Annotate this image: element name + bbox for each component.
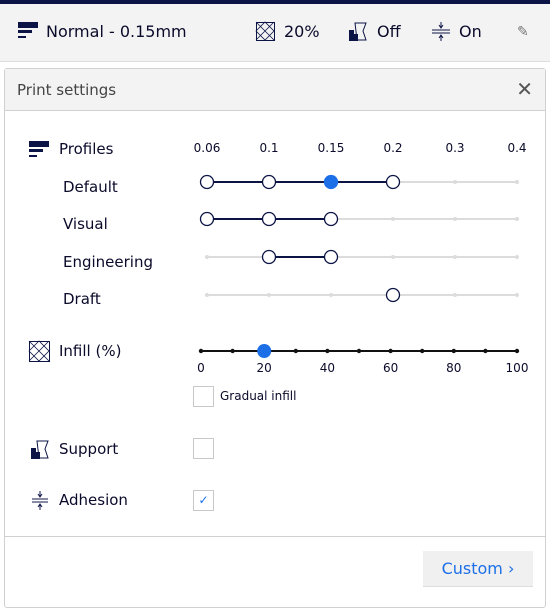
- adhesion-label: Adhesion: [59, 491, 128, 509]
- profile-option[interactable]: [199, 174, 215, 190]
- track-dot: [267, 293, 271, 297]
- track-dot: [515, 255, 519, 259]
- support-checkbox[interactable]: [193, 438, 214, 459]
- infill-tick-label: 0: [197, 361, 205, 375]
- track-dot: [453, 255, 457, 259]
- infill-label: Infill (%): [59, 342, 122, 360]
- divider: [5, 536, 545, 537]
- infill-tick-label: 100: [505, 361, 529, 375]
- profile-icon: [18, 22, 38, 38]
- infill-tick: [420, 348, 425, 354]
- profile-option[interactable]: [323, 211, 339, 227]
- infill-tick-label: 40: [319, 361, 336, 375]
- track-dot: [515, 180, 519, 184]
- gradual-infill-checkbox[interactable]: [193, 386, 214, 407]
- infill-tick-label: 80: [446, 361, 462, 375]
- support-icon: [349, 22, 367, 41]
- print-setup-bar[interactable]: Normal - 0.15mm 20% Off On ✎: [0, 0, 550, 62]
- track-dot: [329, 293, 333, 297]
- track-dot: [515, 293, 519, 297]
- infill-icon: [255, 21, 275, 41]
- track-dot: [391, 217, 395, 221]
- profile-option[interactable]: [199, 211, 215, 227]
- profile-option[interactable]: [323, 249, 339, 265]
- support-label: Support: [59, 440, 119, 458]
- track-dot: [515, 217, 519, 221]
- track-dot: [453, 180, 457, 184]
- support-icon: [31, 440, 49, 459]
- profile-option[interactable]: [261, 249, 277, 265]
- profile-option[interactable]: [385, 287, 401, 303]
- chevron-right-icon: ›: [507, 559, 515, 578]
- infill-tick: [230, 348, 235, 354]
- infill-tick: [483, 348, 488, 354]
- track-dot: [205, 255, 209, 259]
- infill-icon: [28, 340, 50, 362]
- infill-summary[interactable]: 20%: [284, 22, 320, 41]
- track-dot: [453, 293, 457, 297]
- profile-option[interactable]: [385, 174, 401, 190]
- infill-tick: [388, 348, 393, 354]
- track-dot: [391, 255, 395, 259]
- track-dot: [453, 217, 457, 221]
- profile-option[interactable]: [261, 211, 277, 227]
- adhesion-icon: [432, 22, 450, 41]
- infill-tick: [514, 348, 520, 354]
- adhesion-icon: [32, 491, 48, 510]
- pencil-icon[interactable]: ✎: [517, 24, 529, 40]
- selected-profile-handle[interactable]: [323, 174, 339, 190]
- adhesion-summary[interactable]: On: [459, 22, 482, 41]
- profile-sliders[interactable]: [5, 69, 547, 609]
- profile-summary[interactable]: Normal - 0.15mm: [46, 22, 187, 41]
- infill-tick: [293, 348, 298, 354]
- support-summary[interactable]: Off: [377, 22, 401, 41]
- gradual-infill-label: Gradual infill: [220, 389, 297, 403]
- track-dot: [205, 293, 209, 297]
- infill-tick: [198, 348, 204, 354]
- profile-option[interactable]: [261, 174, 277, 190]
- infill-tick: [451, 348, 456, 354]
- print-settings-panel: Print settings ✕ Profiles 0.06 0.1 0.15 0.2…: [4, 68, 546, 608]
- infill-handle[interactable]: [257, 344, 272, 358]
- adhesion-checkbox[interactable]: ✓: [193, 490, 214, 511]
- custom-button[interactable]: Custom ›: [423, 551, 533, 587]
- infill-tick-label: 20: [256, 361, 272, 375]
- infill-tick: [356, 348, 362, 354]
- infill-tick-label: 60: [382, 361, 399, 375]
- infill-tick: [325, 348, 330, 354]
